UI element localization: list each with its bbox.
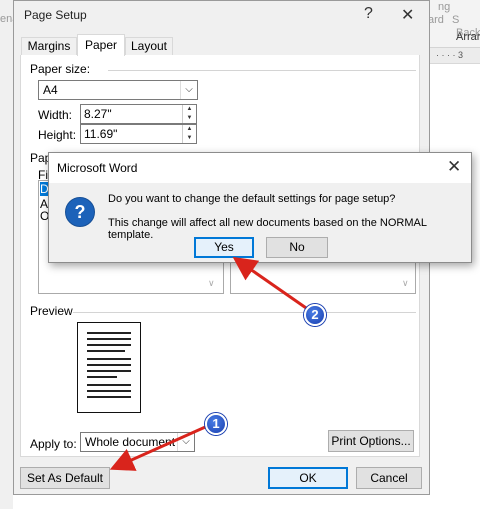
annotation-overlay: [109, 256, 310, 471]
annotation-badge-2: 2: [304, 304, 326, 326]
annotation-badge-1: 1: [205, 413, 227, 435]
arrow-to-yes: [232, 256, 310, 312]
arrow-to-set-as-default: [109, 422, 213, 471]
tab-paper[interactable]: Paper: [77, 34, 125, 56]
